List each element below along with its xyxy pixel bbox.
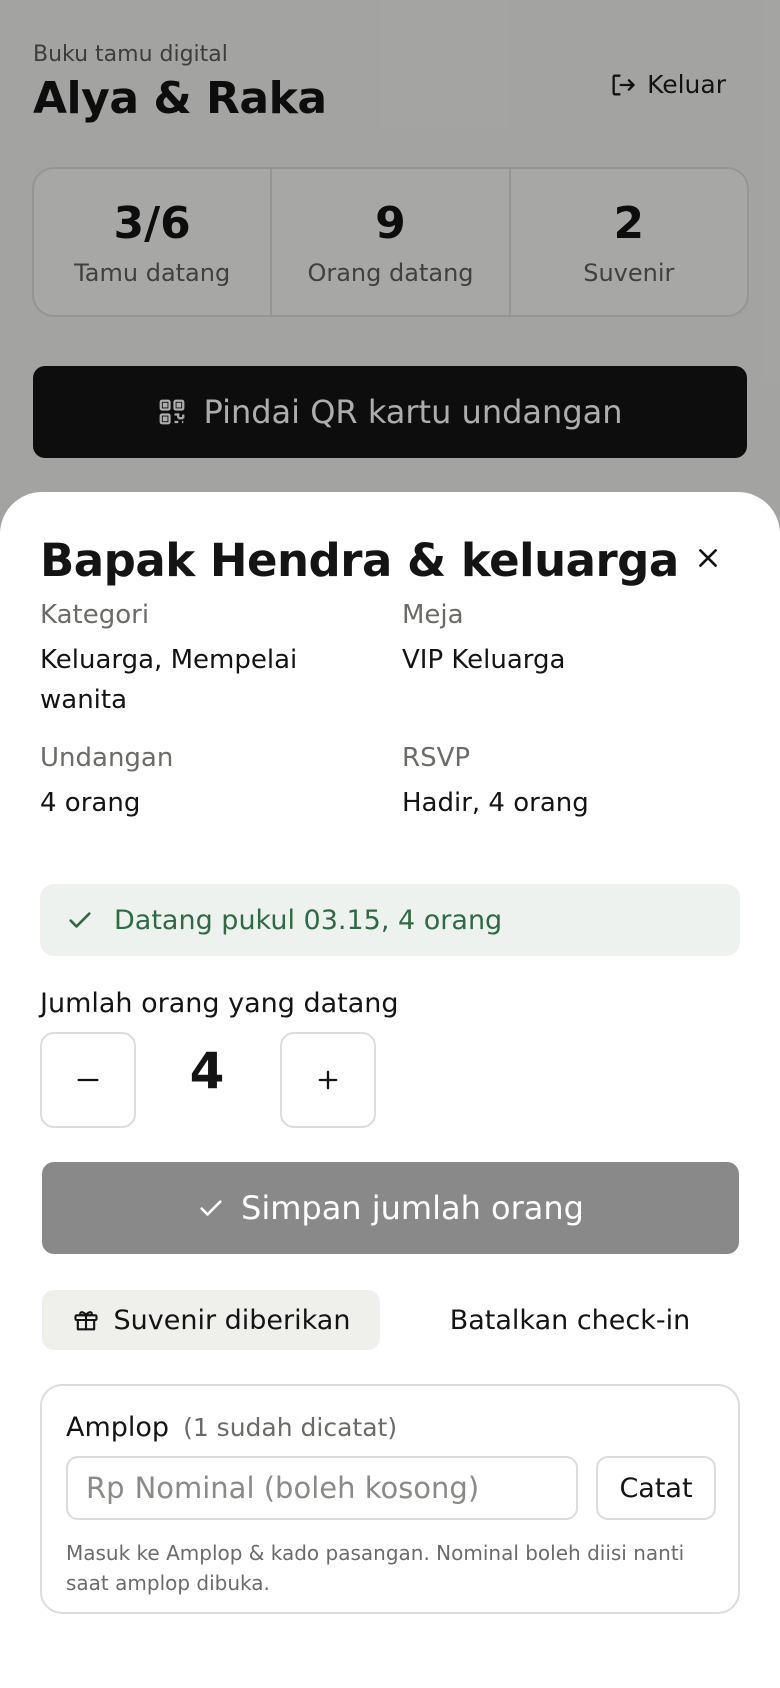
envelope-amount-field[interactable]: Rp [66, 1456, 578, 1520]
rsvp-label: RSVP [402, 743, 471, 773]
arrival-status-text: Datang pukul 03.15, 4 orang [114, 904, 503, 936]
record-envelope-button[interactable]: Catat [596, 1456, 716, 1520]
envelope-title: Amplop [66, 1412, 170, 1443]
category-value: Keluarga, Mempelai wanita [40, 645, 298, 715]
guest-name: Bapak Hendra & keluarga [40, 534, 679, 587]
invited-label: Undangan [40, 743, 174, 773]
category-label: Kategori [40, 600, 150, 630]
increment-button[interactable] [280, 1032, 376, 1128]
minus-icon [77, 1078, 99, 1082]
plus-icon [318, 1070, 338, 1090]
people-count-label: Jumlah orang yang datang [40, 988, 399, 1019]
save-people-count-button[interactable]: Simpan jumlah orang [42, 1162, 739, 1254]
arrival-status-banner: Datang pukul 03.15, 4 orang [40, 884, 740, 956]
people-count-value: 4 [189, 1042, 225, 1100]
table-info: Meja VIP Keluarga [402, 600, 732, 680]
category-info: Kategori Keluarga, Mempelai wanita [40, 600, 370, 720]
table-value: VIP Keluarga [402, 645, 566, 675]
cancel-checkin-button[interactable]: Batalkan check-in [440, 1290, 700, 1350]
save-people-count-label: Simpan jumlah orang [241, 1189, 584, 1227]
decrement-button[interactable] [40, 1032, 136, 1128]
table-label: Meja [402, 600, 464, 630]
check-icon [69, 912, 91, 928]
close-button[interactable] [688, 538, 728, 578]
envelope-note: Masuk ke Amplop & kado pasangan. Nominal… [66, 1541, 685, 1595]
check-icon [200, 1200, 222, 1216]
rsvp-value: Hadir, 4 orang [402, 788, 589, 818]
close-icon [699, 549, 717, 567]
envelope-card: Amplop (1 sudah dicatat) Rp Catat Masuk … [40, 1384, 740, 1614]
currency-prefix: Rp [86, 1471, 125, 1505]
gift-icon [73, 1311, 98, 1331]
envelope-header: Amplop (1 sudah dicatat) [66, 1412, 397, 1443]
rsvp-info: RSVP Hadir, 4 orang [402, 743, 732, 823]
invited-value: 4 orang [40, 788, 141, 818]
envelope-amount-input[interactable] [134, 1471, 555, 1505]
souvenir-given-label: Suvenir diberikan [113, 1304, 351, 1336]
guest-detail-sheet: Bapak Hendra & keluarga Kategori Keluarg… [0, 492, 780, 1688]
souvenir-given-button[interactable]: Suvenir diberikan [42, 1290, 380, 1350]
invited-info: Undangan 4 orang [40, 743, 370, 823]
envelope-recorded-count: (1 sudah dicatat) [183, 1413, 398, 1442]
